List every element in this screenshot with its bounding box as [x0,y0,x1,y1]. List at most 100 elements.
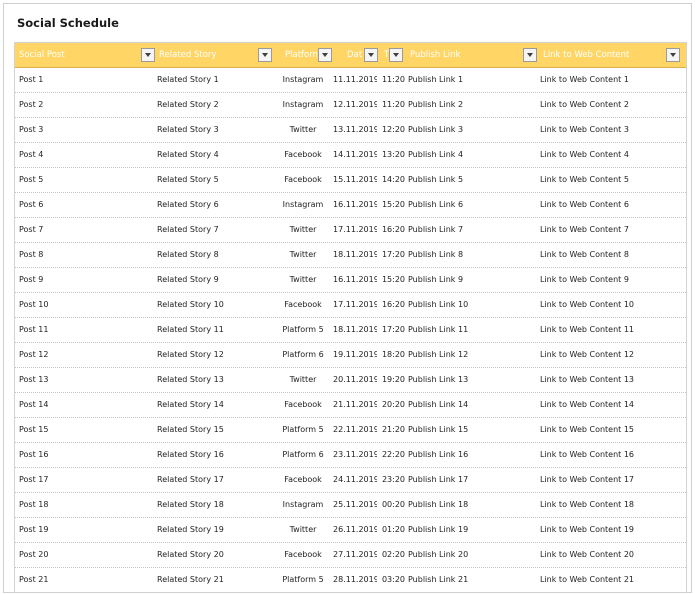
platform-cell[interactable]: Twitter [277,518,329,542]
platform-cell[interactable]: Instagram [277,68,329,92]
filter-platform-dropdown-icon[interactable] [318,48,332,62]
platform-cell[interactable]: Facebook [277,468,329,492]
publish-link-cell[interactable]: Publish Link 16 [408,443,533,467]
related-story-cell[interactable]: Related Story 15 [157,418,277,442]
time-cell[interactable]: 22:20 [379,443,405,467]
time-cell[interactable]: 16:20 [379,218,405,242]
platform-cell[interactable]: Facebook [277,393,329,417]
time-cell[interactable]: 21:20 [379,418,405,442]
web-content-link-cell[interactable]: Link to Web Content 5 [540,168,680,192]
platform-cell[interactable]: Instagram [277,193,329,217]
time-cell[interactable]: 00:20 [379,493,405,517]
time-cell[interactable]: 15:20 [379,268,405,292]
time-cell[interactable]: 16:20 [379,293,405,317]
web-content-link-cell[interactable]: Link to Web Content 3 [540,118,680,142]
filter-time-dropdown-icon[interactable] [389,48,403,62]
related-story-cell[interactable]: Related Story 17 [157,468,277,492]
platform-cell[interactable]: Twitter [277,118,329,142]
web-content-link-cell[interactable]: Link to Web Content 8 [540,243,680,267]
web-content-link-cell[interactable]: Link to Web Content 18 [540,493,680,517]
publish-link-cell[interactable]: Publish Link 10 [408,293,533,317]
related-story-cell[interactable]: Related Story 14 [157,393,277,417]
filter-date-dropdown-icon[interactable] [364,48,378,62]
social-post-cell[interactable]: Post 19 [19,518,149,542]
time-cell[interactable]: 12:20 [379,118,405,142]
web-content-link-cell[interactable]: Link to Web Content 9 [540,268,680,292]
platform-cell[interactable]: Platform 6 [277,343,329,367]
platform-cell[interactable]: Platform 6 [277,443,329,467]
date-cell[interactable]: 24.11.2019 [333,468,377,492]
social-post-cell[interactable]: Post 15 [19,418,149,442]
web-content-link-cell[interactable]: Link to Web Content 2 [540,93,680,117]
publish-link-cell[interactable]: Publish Link 2 [408,93,533,117]
related-story-cell[interactable]: Related Story 5 [157,168,277,192]
social-post-cell[interactable]: Post 17 [19,468,149,492]
publish-link-cell[interactable]: Publish Link 19 [408,518,533,542]
publish-link-cell[interactable]: Publish Link 11 [408,318,533,342]
publish-link-cell[interactable]: Publish Link 21 [408,568,533,592]
social-post-cell[interactable]: Post 2 [19,93,149,117]
date-cell[interactable]: 16.11.2019 [333,193,377,217]
filter-publish-link-dropdown-icon[interactable] [523,48,537,62]
social-post-cell[interactable]: Post 18 [19,493,149,517]
time-cell[interactable]: 01:20 [379,518,405,542]
platform-cell[interactable]: Platform 5 [277,418,329,442]
related-story-cell[interactable]: Related Story 19 [157,518,277,542]
social-post-cell[interactable]: Post 14 [19,393,149,417]
related-story-cell[interactable]: Related Story 20 [157,543,277,567]
time-cell[interactable]: 17:20 [379,318,405,342]
social-post-cell[interactable]: Post 20 [19,543,149,567]
date-cell[interactable]: 28.11.2019 [333,568,377,592]
time-cell[interactable]: 18:20 [379,343,405,367]
date-cell[interactable]: 15.11.2019 [333,168,377,192]
web-content-link-cell[interactable]: Link to Web Content 20 [540,543,680,567]
platform-cell[interactable]: Platform 5 [277,318,329,342]
related-story-cell[interactable]: Related Story 9 [157,268,277,292]
date-cell[interactable]: 23.11.2019 [333,443,377,467]
platform-cell[interactable]: Twitter [277,218,329,242]
social-post-cell[interactable]: Post 16 [19,443,149,467]
date-cell[interactable]: 17.11.2019 [333,218,377,242]
social-post-cell[interactable]: Post 10 [19,293,149,317]
publish-link-cell[interactable]: Publish Link 13 [408,368,533,392]
platform-cell[interactable]: Facebook [277,143,329,167]
web-content-link-cell[interactable]: Link to Web Content 17 [540,468,680,492]
social-post-cell[interactable]: Post 13 [19,368,149,392]
web-content-link-cell[interactable]: Link to Web Content 7 [540,218,680,242]
social-post-cell[interactable]: Post 9 [19,268,149,292]
social-post-cell[interactable]: Post 1 [19,68,149,92]
publish-link-cell[interactable]: Publish Link 9 [408,268,533,292]
web-content-link-cell[interactable]: Link to Web Content 14 [540,393,680,417]
platform-cell[interactable]: Twitter [277,243,329,267]
platform-cell[interactable]: Instagram [277,93,329,117]
social-post-cell[interactable]: Post 21 [19,568,149,592]
time-cell[interactable]: 15:20 [379,193,405,217]
related-story-cell[interactable]: Related Story 6 [157,193,277,217]
date-cell[interactable]: 17.11.2019 [333,293,377,317]
platform-cell[interactable]: Facebook [277,543,329,567]
time-cell[interactable]: 13:20 [379,143,405,167]
platform-cell[interactable]: Platform 5 [277,568,329,592]
social-post-cell[interactable]: Post 12 [19,343,149,367]
social-post-cell[interactable]: Post 7 [19,218,149,242]
filter-link-to-web-content-dropdown-icon[interactable] [666,48,680,62]
social-post-cell[interactable]: Post 8 [19,243,149,267]
time-cell[interactable]: 17:20 [379,243,405,267]
date-cell[interactable]: 27.11.2019 [333,543,377,567]
web-content-link-cell[interactable]: Link to Web Content 16 [540,443,680,467]
date-cell[interactable]: 11.11.2019 [333,68,377,92]
publish-link-cell[interactable]: Publish Link 12 [408,343,533,367]
web-content-link-cell[interactable]: Link to Web Content 19 [540,518,680,542]
web-content-link-cell[interactable]: Link to Web Content 11 [540,318,680,342]
date-cell[interactable]: 18.11.2019 [333,243,377,267]
social-post-cell[interactable]: Post 3 [19,118,149,142]
date-cell[interactable]: 22.11.2019 [333,418,377,442]
publish-link-cell[interactable]: Publish Link 15 [408,418,533,442]
related-story-cell[interactable]: Related Story 3 [157,118,277,142]
time-cell[interactable]: 20:20 [379,393,405,417]
publish-link-cell[interactable]: Publish Link 18 [408,493,533,517]
platform-cell[interactable]: Facebook [277,293,329,317]
social-post-cell[interactable]: Post 11 [19,318,149,342]
web-content-link-cell[interactable]: Link to Web Content 10 [540,293,680,317]
web-content-link-cell[interactable]: Link to Web Content 4 [540,143,680,167]
